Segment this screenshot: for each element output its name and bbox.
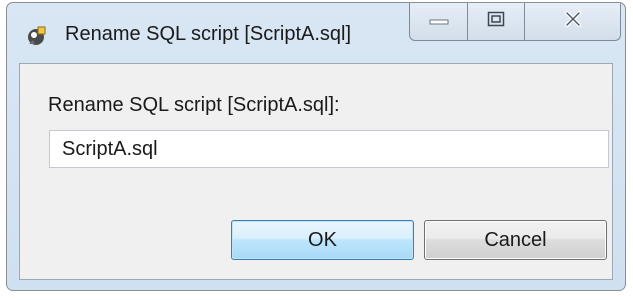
title-bar[interactable]: Rename SQL script [ScriptA.sql] (7, 3, 625, 63)
maximize-icon (487, 11, 505, 32)
maximize-button[interactable] (468, 3, 525, 41)
minimize-icon (428, 12, 450, 31)
ok-button[interactable]: OK (231, 220, 414, 260)
close-button[interactable] (525, 3, 621, 41)
rename-dialog-window: Rename SQL script [ScriptA.sql] Rename S… (6, 2, 626, 291)
eclipse-dialog-icon (25, 25, 47, 47)
rename-prompt-label: Rename SQL script [ScriptA.sql]: (48, 94, 340, 116)
minimize-button[interactable] (409, 3, 468, 41)
cancel-button[interactable]: Cancel (424, 220, 607, 260)
close-icon (564, 11, 582, 32)
script-name-input[interactable] (49, 130, 609, 168)
dialog-body: Rename SQL script [ScriptA.sql]: OK Canc… (19, 63, 613, 280)
window-title: Rename SQL script [ScriptA.sql] (65, 23, 352, 45)
caption-buttons (409, 3, 621, 42)
